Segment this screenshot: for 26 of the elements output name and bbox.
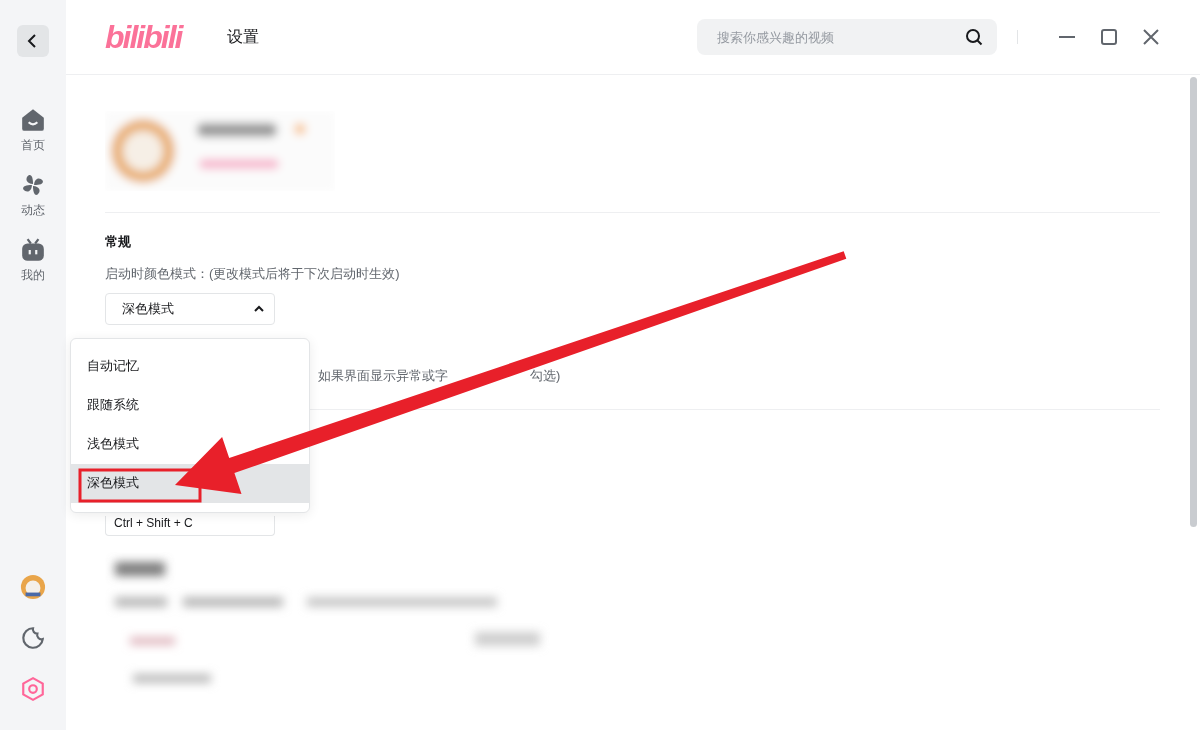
nav-item[interactable]: 我的	[20, 237, 46, 284]
shortcut-field[interactable]: Ctrl + Shift + C	[105, 516, 275, 536]
section-heading: 常规	[105, 233, 132, 251]
avatar-icon[interactable]	[20, 574, 46, 600]
search-field[interactable]: 搜索你感兴趣的视频	[715, 28, 965, 46]
search-icon[interactable]	[965, 28, 983, 46]
tv-icon	[20, 237, 46, 263]
hint-text: 勾选)	[530, 367, 561, 385]
home-icon	[20, 107, 46, 133]
logo: bilibili	[105, 18, 182, 56]
scrollbar[interactable]	[1190, 77, 1197, 527]
pinwheel-icon	[20, 172, 46, 198]
nav-item[interactable]: 动态	[20, 172, 46, 219]
maximize-button[interactable]	[1098, 26, 1120, 48]
menu-option[interactable]: 自动记忆	[71, 346, 309, 386]
back-button[interactable]	[17, 25, 49, 57]
page-title: 设置	[227, 26, 260, 47]
search-bar[interactable]: 搜索你感兴趣的视频	[697, 19, 997, 55]
setting-label: 启动时颜色模式：(更改模式后将于下次启动时生效)	[105, 265, 401, 283]
settings-icon[interactable]	[20, 676, 46, 702]
nav-item[interactable]: 首页	[20, 107, 46, 154]
color-mode-dropdown[interactable]: 深色模式	[105, 293, 275, 325]
menu-option[interactable]: 跟随系统	[71, 385, 309, 425]
hint-text: 如果界面显示异常或字	[318, 367, 448, 385]
moon-icon[interactable]	[20, 625, 46, 651]
menu-option[interactable]: 浅色模式	[71, 424, 309, 464]
